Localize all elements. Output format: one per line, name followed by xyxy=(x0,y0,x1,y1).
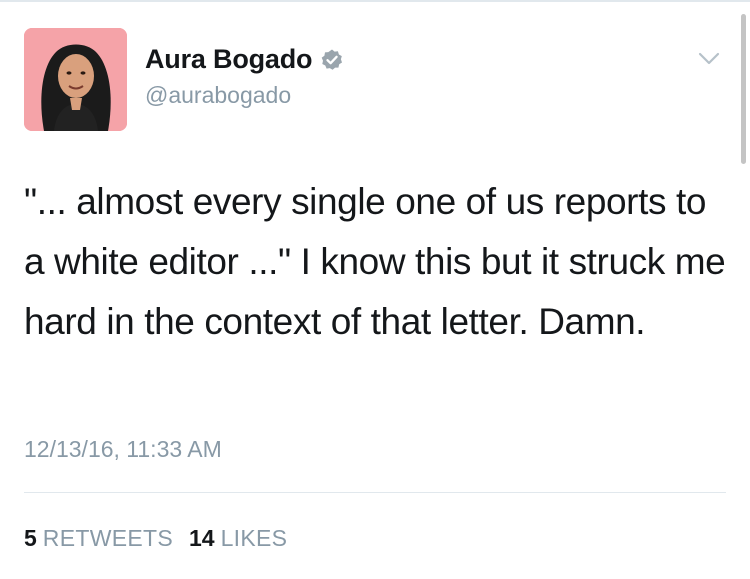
verified-badge-icon xyxy=(320,48,344,72)
likes-label: LIKES xyxy=(220,525,288,551)
display-name[interactable]: Aura Bogado xyxy=(145,44,313,75)
retweets-count: 5 xyxy=(24,525,37,551)
stats-divider xyxy=(24,492,726,493)
tweet-stats: 5 RETWEETS 14 LIKES xyxy=(24,525,287,552)
likes-count: 14 xyxy=(188,525,215,551)
scrollbar[interactable] xyxy=(741,14,746,164)
avatar[interactable] xyxy=(24,28,127,131)
timestamp[interactable]: 12/13/16, 11:33 AM xyxy=(24,436,222,463)
likes-stat[interactable]: 14 LIKES xyxy=(189,525,287,552)
retweets-stat[interactable]: 5 RETWEETS xyxy=(24,525,173,552)
tweet-text: "... almost every single one of us repor… xyxy=(24,181,736,342)
author-row: Aura Bogado xyxy=(145,44,344,75)
chevron-down-icon[interactable] xyxy=(698,52,720,66)
avatar-photo xyxy=(24,28,127,131)
author-handle[interactable]: @aurabogado xyxy=(145,82,291,109)
retweets-label: RETWEETS xyxy=(42,525,173,551)
top-divider xyxy=(0,0,750,2)
